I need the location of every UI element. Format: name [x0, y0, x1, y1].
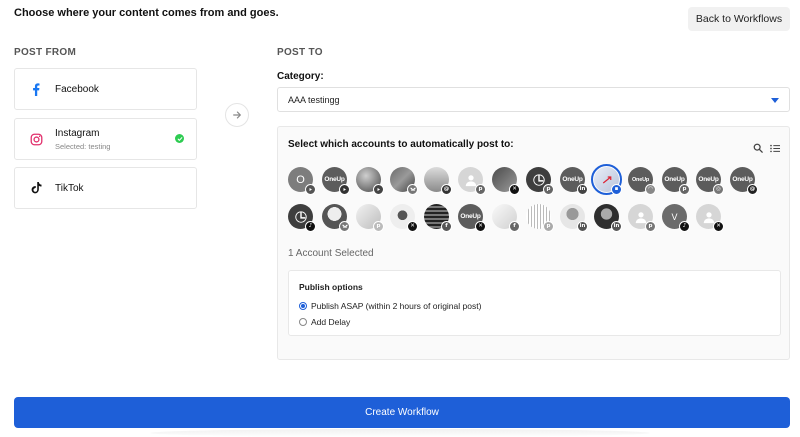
- avatar-label: OneUp: [631, 176, 650, 183]
- account-avatar[interactable]: OneUp @: [730, 167, 758, 195]
- accounts-grid: O OneUp @ p ✕ p OneUp in ▪ OneUp ◠ OneUp…: [288, 164, 778, 241]
- instagram-icon: ◎: [713, 184, 724, 195]
- publish-asap-label: Publish ASAP (within 2 hours of original…: [311, 301, 482, 311]
- facebook-icon: f: [509, 221, 520, 232]
- add-delay-label: Add Delay: [311, 317, 351, 327]
- linkedin-icon: in: [577, 221, 588, 232]
- linkedin-icon: in: [577, 184, 588, 195]
- youtube-icon: [339, 184, 350, 195]
- tiktok-icon: ♪: [679, 221, 690, 232]
- account-avatar[interactable]: OneUp in: [560, 167, 588, 195]
- source-selected-account: Selected: testing: [55, 141, 111, 151]
- account-avatar[interactable]: OneUp: [322, 167, 350, 195]
- tiktok-icon: [29, 181, 43, 195]
- account-avatar[interactable]: OneUp ◎: [696, 167, 724, 195]
- create-workflow-button[interactable]: Create Workflow: [14, 397, 790, 428]
- pinterest-icon: p: [543, 184, 554, 195]
- pinterest-icon: p: [645, 221, 656, 232]
- account-avatar[interactable]: in: [560, 204, 588, 232]
- bluesky-icon: [407, 184, 418, 195]
- pinterest-icon: p: [373, 221, 384, 232]
- threads-icon: @: [747, 184, 758, 195]
- linkedin-icon: in: [611, 221, 622, 232]
- account-avatar[interactable]: p: [356, 204, 384, 232]
- snapchat-icon: ◠: [645, 184, 656, 195]
- pinterest-icon: p: [475, 184, 486, 195]
- facebook-icon: [29, 82, 43, 96]
- publish-asap-option[interactable]: Publish ASAP (within 2 hours of original…: [299, 301, 481, 311]
- account-avatar[interactable]: p: [628, 204, 656, 232]
- facebook-icon: f: [441, 221, 452, 232]
- account-avatar[interactable]: in: [594, 204, 622, 232]
- source-name: Instagram: [55, 127, 100, 139]
- account-avatar[interactable]: O: [288, 167, 316, 195]
- account-avatar[interactable]: V ♪: [662, 204, 690, 232]
- threads-icon: @: [441, 184, 452, 195]
- accounts-panel: Select which accounts to automatically p…: [277, 126, 790, 360]
- avatar-label: OneUp: [664, 176, 685, 183]
- account-avatar[interactable]: ✕: [390, 204, 418, 232]
- publish-options-box: Publish options Publish ASAP (within 2 h…: [288, 270, 781, 336]
- accounts-title: Select which accounts to automatically p…: [288, 139, 514, 150]
- back-to-workflows-button[interactable]: Back to Workflows: [688, 7, 790, 31]
- avatar-label: OneUp: [562, 176, 583, 183]
- tiktok-icon: ♪: [305, 221, 316, 232]
- account-avatar[interactable]: p: [526, 204, 554, 232]
- category-value: AAA testingg: [288, 94, 340, 105]
- list-view-icon[interactable]: [769, 142, 781, 154]
- publish-options-title: Publish options: [299, 282, 363, 292]
- account-avatar[interactable]: @: [424, 167, 452, 195]
- youtube-icon: [305, 184, 316, 195]
- post-from-label: POST FROM: [14, 47, 77, 58]
- arrow-right-icon: [225, 103, 249, 127]
- account-avatar[interactable]: OneUp ◠: [628, 167, 656, 195]
- source-name: Facebook: [55, 83, 99, 95]
- source-instagram[interactable]: Instagram Selected: testing: [14, 118, 197, 160]
- account-avatar[interactable]: p: [458, 167, 486, 195]
- avatar-label: OneUp: [324, 176, 345, 183]
- page-title: Choose where your content comes from and…: [14, 7, 279, 19]
- pinterest-icon: p: [679, 184, 690, 195]
- pinterest-icon: p: [543, 221, 554, 232]
- source-tiktok[interactable]: TikTok: [14, 167, 197, 209]
- x-icon: ✕: [475, 221, 486, 232]
- account-avatar[interactable]: [390, 167, 418, 195]
- avatar-label: OneUp: [698, 176, 719, 183]
- divider: [150, 429, 650, 437]
- caret-down-icon: [771, 98, 779, 103]
- account-avatar[interactable]: f: [424, 204, 452, 232]
- account-avatar[interactable]: [356, 167, 384, 195]
- x-icon: ✕: [407, 221, 418, 232]
- x-icon: ✕: [509, 184, 520, 195]
- avatar-label: OneUp: [460, 213, 481, 220]
- account-avatar[interactable]: ♪: [288, 204, 316, 232]
- search-icon[interactable]: [752, 142, 764, 154]
- bluesky-icon: [339, 221, 350, 232]
- account-avatar[interactable]: [322, 204, 350, 232]
- category-select[interactable]: AAA testingg: [277, 87, 790, 112]
- post-to-label: POST TO: [277, 47, 323, 58]
- radio-checked-icon[interactable]: [299, 302, 307, 310]
- account-avatar-selected[interactable]: ▪: [591, 164, 622, 195]
- category-label: Category:: [277, 71, 324, 82]
- account-avatar[interactable]: p: [526, 167, 554, 195]
- account-avatar[interactable]: OneUp ✕: [458, 204, 486, 232]
- google-business-icon: ▪: [611, 184, 622, 195]
- avatar-initial: V: [671, 211, 678, 222]
- account-avatar[interactable]: ✕: [696, 204, 724, 232]
- account-avatar[interactable]: OneUp p: [662, 167, 690, 195]
- avatar-label: OneUp: [732, 176, 753, 183]
- source-facebook[interactable]: Facebook: [14, 68, 197, 110]
- instagram-icon: [29, 132, 43, 146]
- check-icon: [175, 134, 184, 143]
- account-avatar[interactable]: ✕: [492, 167, 520, 195]
- x-icon: ✕: [713, 221, 724, 232]
- radio-unchecked-icon[interactable]: [299, 318, 307, 326]
- add-delay-option[interactable]: Add Delay: [299, 317, 350, 327]
- youtube-icon: [373, 184, 384, 195]
- account-avatar[interactable]: f: [492, 204, 520, 232]
- source-name: TikTok: [55, 182, 84, 194]
- avatar-initial: O: [296, 173, 305, 186]
- accounts-selected-count: 1 Account Selected: [288, 248, 374, 259]
